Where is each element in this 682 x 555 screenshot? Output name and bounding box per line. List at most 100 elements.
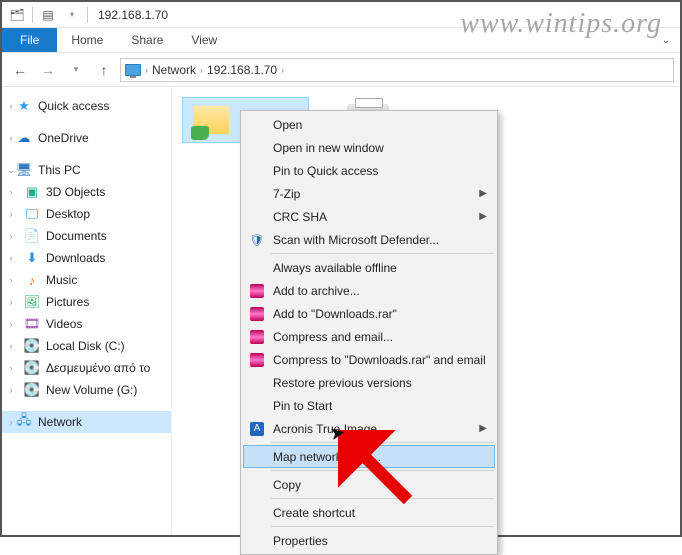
disk-icon: 💽 bbox=[24, 360, 40, 376]
winrar-icon bbox=[249, 329, 265, 345]
network-icon: 🖧 bbox=[16, 414, 32, 430]
ctx-open-new-window[interactable]: Open in new window bbox=[243, 136, 495, 159]
ctx-add-downloads-rar[interactable]: Add to "Downloads.rar" bbox=[243, 302, 495, 325]
sidebar-label: OneDrive bbox=[38, 131, 89, 145]
tab-file[interactable]: File bbox=[2, 28, 57, 52]
videos-icon: 🎞 bbox=[24, 316, 40, 332]
disk-icon: 💽 bbox=[24, 382, 40, 398]
expand-icon[interactable]: › bbox=[6, 133, 16, 143]
tab-home[interactable]: Home bbox=[57, 28, 117, 52]
window-title: 192.168.1.70 bbox=[98, 8, 168, 22]
expand-icon[interactable]: › bbox=[6, 101, 16, 111]
ctx-separator bbox=[271, 253, 494, 254]
tab-share[interactable]: Share bbox=[117, 28, 177, 52]
sidebar-network[interactable]: › 🖧 Network bbox=[2, 411, 171, 433]
qat-dropdown-icon[interactable]: ▾ bbox=[61, 4, 83, 26]
sidebar-label: Quick access bbox=[38, 99, 109, 113]
sidebar-label: Desktop bbox=[46, 207, 90, 221]
ctx-create-shortcut[interactable]: Create shortcut bbox=[243, 501, 495, 524]
sidebar-label: Δεσμευμένο από το bbox=[46, 361, 150, 375]
expand-icon[interactable]: › bbox=[6, 417, 16, 427]
ctx-separator bbox=[271, 442, 494, 443]
sidebar-videos[interactable]: ›🎞Videos bbox=[2, 313, 171, 335]
forward-button: → bbox=[36, 58, 60, 82]
sidebar-reserved[interactable]: ›💽Δεσμευμένο από το bbox=[2, 357, 171, 379]
recent-dropdown-icon[interactable]: ▾ bbox=[64, 58, 88, 82]
sidebar-label: Network bbox=[38, 415, 82, 429]
ribbon-expand-icon[interactable]: ⌄ bbox=[652, 28, 680, 52]
sidebar-new-volume-g[interactable]: ›💽New Volume (G:) bbox=[2, 379, 171, 401]
pictures-icon: 🖼 bbox=[24, 294, 40, 310]
ctx-map-network-drive[interactable]: Map network drive... bbox=[243, 445, 495, 468]
sidebar-quick-access[interactable]: › ★ Quick access bbox=[2, 95, 171, 117]
ctx-restore-versions[interactable]: Restore previous versions bbox=[243, 371, 495, 394]
sidebar-label: This PC bbox=[38, 163, 81, 177]
ctx-separator bbox=[271, 526, 494, 527]
cloud-icon: ☁ bbox=[16, 130, 32, 146]
sidebar-desktop[interactable]: ›🖵Desktop bbox=[2, 203, 171, 225]
ctx-separator bbox=[271, 470, 494, 471]
winrar-icon bbox=[249, 283, 265, 299]
sidebar-label: 3D Objects bbox=[46, 185, 105, 199]
ctx-7zip[interactable]: 7-Zip▶ bbox=[243, 182, 495, 205]
ctx-pin-start[interactable]: Pin to Start bbox=[243, 394, 495, 417]
documents-icon: 📄 bbox=[24, 228, 40, 244]
ctx-add-archive[interactable]: Add to archive... bbox=[243, 279, 495, 302]
ctx-open[interactable]: Open bbox=[243, 113, 495, 136]
sidebar-music[interactable]: ›♪Music bbox=[2, 269, 171, 291]
sidebar-label: New Volume (G:) bbox=[46, 383, 137, 397]
title-bar: 🗂 ▤ ▾ 192.168.1.70 bbox=[2, 2, 680, 28]
sidebar-label: Pictures bbox=[46, 295, 89, 309]
ctx-compress-rar-email[interactable]: Compress to "Downloads.rar" and email bbox=[243, 348, 495, 371]
sidebar-documents[interactable]: ›📄Documents bbox=[2, 225, 171, 247]
music-icon: ♪ bbox=[24, 272, 40, 288]
chevron-right-icon: › bbox=[200, 65, 203, 75]
ctx-copy[interactable]: Copy bbox=[243, 473, 495, 496]
sidebar-label: Music bbox=[46, 273, 77, 287]
sidebar-onedrive[interactable]: › ☁ OneDrive bbox=[2, 127, 171, 149]
sidebar-downloads[interactable]: ›⬇Downloads bbox=[2, 247, 171, 269]
explorer-icon: 🗂 bbox=[6, 4, 28, 26]
navigation-pane: › ★ Quick access › ☁ OneDrive ⌄ 🖥 This P… bbox=[2, 87, 172, 535]
sidebar-label: Documents bbox=[46, 229, 107, 243]
ctx-separator bbox=[271, 498, 494, 499]
chevron-right-icon: › bbox=[281, 65, 284, 75]
shared-folder-icon bbox=[191, 102, 233, 138]
sidebar-this-pc[interactable]: ⌄ 🖥 This PC bbox=[2, 159, 171, 181]
ctx-always-offline[interactable]: Always available offline bbox=[243, 256, 495, 279]
breadcrumb-network[interactable]: Network bbox=[152, 63, 196, 77]
desktop-icon: 🖵 bbox=[24, 206, 40, 222]
submenu-arrow-icon: ▶ bbox=[479, 188, 487, 199]
ctx-properties[interactable]: Properties bbox=[243, 529, 495, 552]
sidebar-3d-objects[interactable]: ›▣3D Objects bbox=[2, 181, 171, 203]
qat-separator bbox=[32, 7, 33, 23]
ctx-pin-quick-access[interactable]: Pin to Quick access bbox=[243, 159, 495, 182]
tab-view[interactable]: View bbox=[177, 28, 231, 52]
address-bar[interactable]: › Network › 192.168.1.70 › bbox=[120, 58, 674, 82]
breadcrumb-host[interactable]: 192.168.1.70 bbox=[207, 63, 277, 77]
ctx-compress-email[interactable]: Compress and email... bbox=[243, 325, 495, 348]
shield-icon: 🛡 bbox=[249, 232, 265, 248]
ctx-scan-defender[interactable]: 🛡Scan with Microsoft Defender... bbox=[243, 228, 495, 251]
winrar-icon bbox=[249, 352, 265, 368]
3d-objects-icon: ▣ bbox=[24, 184, 40, 200]
ctx-acronis[interactable]: AAcronis True Image▶ bbox=[243, 417, 495, 440]
network-location-icon bbox=[125, 64, 141, 76]
ribbon-tabs: File Home Share View ⌄ bbox=[2, 28, 680, 53]
sidebar-label: Videos bbox=[46, 317, 82, 331]
sidebar-local-disk-c[interactable]: ›💽Local Disk (C:) bbox=[2, 335, 171, 357]
acronis-icon: A bbox=[249, 421, 265, 437]
collapse-icon[interactable]: ⌄ bbox=[6, 165, 16, 176]
sidebar-pictures[interactable]: ›🖼Pictures bbox=[2, 291, 171, 313]
context-menu: Open Open in new window Pin to Quick acc… bbox=[240, 110, 498, 555]
winrar-icon bbox=[249, 306, 265, 322]
disk-icon: 💽 bbox=[24, 338, 40, 354]
submenu-arrow-icon: ▶ bbox=[479, 423, 487, 434]
qat-properties-icon[interactable]: ▤ bbox=[37, 4, 59, 26]
ctx-crc-sha[interactable]: CRC SHA▶ bbox=[243, 205, 495, 228]
up-button[interactable]: ↑ bbox=[92, 58, 116, 82]
sidebar-label: Local Disk (C:) bbox=[46, 339, 125, 353]
back-button[interactable]: ← bbox=[8, 58, 32, 82]
navigation-bar: ← → ▾ ↑ › Network › 192.168.1.70 › bbox=[2, 53, 680, 87]
downloads-icon: ⬇ bbox=[24, 250, 40, 266]
